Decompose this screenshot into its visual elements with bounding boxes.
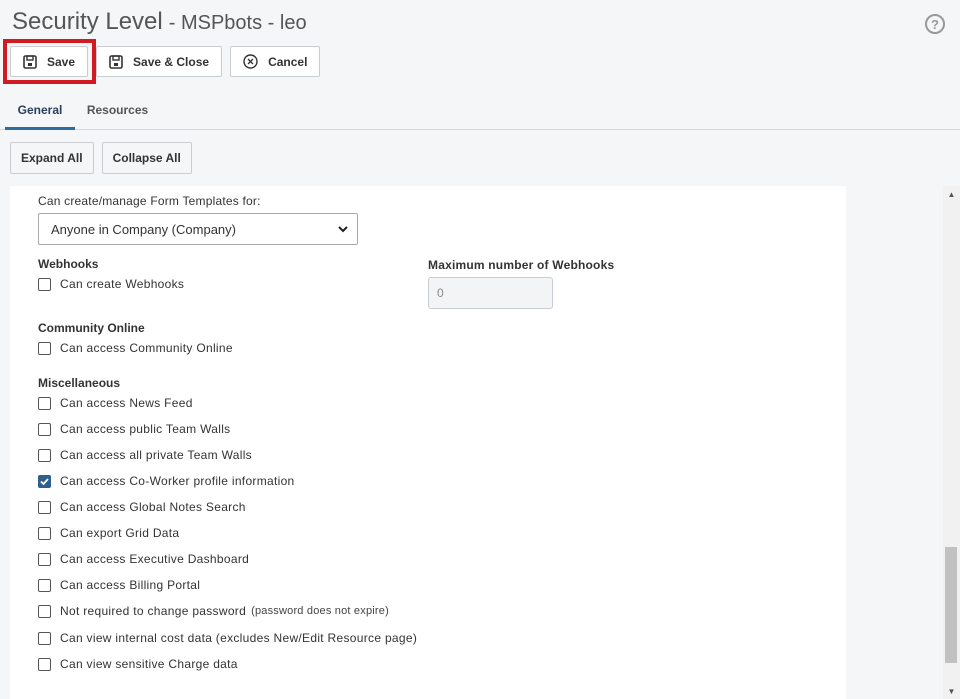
checkbox-row-create-webhooks[interactable]: Can create Webhooks [38, 276, 184, 292]
checkbox-row-private-team-walls[interactable]: Can access all private Team Walls [38, 447, 252, 463]
checkbox[interactable] [38, 422, 51, 436]
checkbox-label: Can view sensitive Charge data [60, 657, 238, 671]
checkbox-label: Can export Grid Data [60, 526, 180, 540]
community-section-title: Community Online [38, 321, 145, 335]
form-templates-select[interactable]: Anyone in Company (Company) [38, 213, 358, 245]
max-webhooks-value: 0 [437, 286, 444, 300]
cancel-button[interactable]: Cancel [230, 46, 321, 77]
checkbox-note: (password does not expire) [251, 605, 389, 617]
form-templates-label: Can create/manage Form Templates for: [38, 194, 261, 208]
checkbox[interactable] [38, 578, 51, 592]
checkbox-label: Can access public Team Walls [60, 422, 231, 436]
checkbox-row-community-online[interactable]: Can access Community Online [38, 340, 233, 356]
checkbox[interactable] [38, 277, 51, 291]
tab-bar: General Resources [0, 92, 960, 130]
max-webhooks-label: Maximum number of Webhooks [428, 258, 615, 272]
tab-resources[interactable]: Resources [80, 92, 155, 130]
checkbox-label: Can access News Feed [60, 396, 193, 410]
settings-panel: Can create/manage Form Templates for: An… [10, 186, 846, 699]
checkbox-row-export-grid-data[interactable]: Can export Grid Data [38, 525, 179, 541]
save-button[interactable]: Save [10, 46, 89, 77]
vertical-scrollbar[interactable]: ▲ ▼ [943, 186, 960, 699]
checkbox-label: Can create Webhooks [60, 277, 185, 291]
checkbox[interactable] [38, 631, 51, 645]
toolbar: Save Save & Close Cancel [10, 46, 321, 77]
checkbox[interactable] [38, 604, 51, 618]
save-close-button-label: Save & Close [133, 54, 210, 69]
page-title: Security Level [12, 8, 163, 35]
scroll-up-arrow-icon[interactable]: ▲ [943, 190, 960, 200]
checkbox-label: Not required to change password [60, 604, 247, 618]
checkbox-row-internal-cost-data[interactable]: Can view internal cost data (excludes Ne… [38, 630, 417, 646]
floppy-disk-icon [23, 54, 37, 69]
checkbox-row-billing-portal[interactable]: Can access Billing Portal [38, 577, 200, 593]
checkbox[interactable] [38, 552, 51, 566]
close-circle-icon [243, 54, 258, 69]
checkbox[interactable] [38, 657, 51, 671]
chevron-down-icon [338, 226, 348, 233]
page-title-bar: Security Level - MSPbots - leo [12, 8, 307, 40]
checkbox-label: Can access Community Online [60, 341, 233, 355]
cancel-button-label: Cancel [268, 54, 308, 69]
checkbox-row-coworker-profile[interactable]: Can access Co-Worker profile information [38, 473, 295, 489]
checkbox[interactable] [38, 526, 51, 540]
collapse-all-button[interactable]: Collapse All [101, 142, 192, 174]
miscellaneous-section-title: Miscellaneous [38, 376, 121, 390]
checkbox-label: Can access Billing Portal [60, 578, 201, 592]
checkbox[interactable] [38, 448, 51, 462]
checkbox[interactable] [38, 341, 51, 355]
checkbox-label: Can access Global Notes Search [60, 500, 246, 514]
form-templates-select-value: Anyone in Company (Company) [51, 221, 236, 237]
checkbox-row-sensitive-charge-data[interactable]: Can view sensitive Charge data [38, 656, 238, 672]
checkbox-row-news-feed[interactable]: Can access News Feed [38, 395, 193, 411]
page-subtitle: - MSPbots - leo [168, 12, 307, 34]
scroll-down-arrow-icon[interactable]: ▼ [943, 687, 960, 697]
save-close-button[interactable]: Save & Close [96, 46, 223, 77]
checkbox-row-password-expire[interactable]: Not required to change password (passwor… [38, 603, 389, 619]
floppy-disk-icon [109, 54, 123, 69]
max-webhooks-input[interactable]: 0 [428, 277, 553, 309]
question-circle-icon[interactable]: ? [925, 14, 945, 34]
checkbox-label: Can access Co-Worker profile information [60, 474, 295, 488]
checkbox-label: Can view internal cost data (excludes Ne… [60, 631, 418, 645]
webhooks-section-title: Webhooks [38, 257, 99, 271]
checkmark-icon [40, 477, 49, 485]
checkbox-checked[interactable] [38, 474, 51, 488]
checkbox[interactable] [38, 500, 51, 514]
checkbox-label: Can access Executive Dashboard [60, 552, 250, 566]
checkbox-label: Can access all private Team Walls [60, 448, 252, 462]
expand-all-button[interactable]: Expand All [10, 142, 94, 174]
checkbox[interactable] [38, 396, 51, 410]
expand-collapse-bar: Expand All Collapse All [10, 142, 192, 174]
tab-general[interactable]: General [5, 92, 75, 130]
checkbox-row-global-notes-search[interactable]: Can access Global Notes Search [38, 499, 246, 515]
scrollbar-thumb[interactable] [945, 547, 957, 663]
checkbox-row-executive-dashboard[interactable]: Can access Executive Dashboard [38, 551, 249, 567]
save-button-label: Save [47, 54, 76, 69]
checkbox-row-public-team-walls[interactable]: Can access public Team Walls [38, 421, 230, 437]
